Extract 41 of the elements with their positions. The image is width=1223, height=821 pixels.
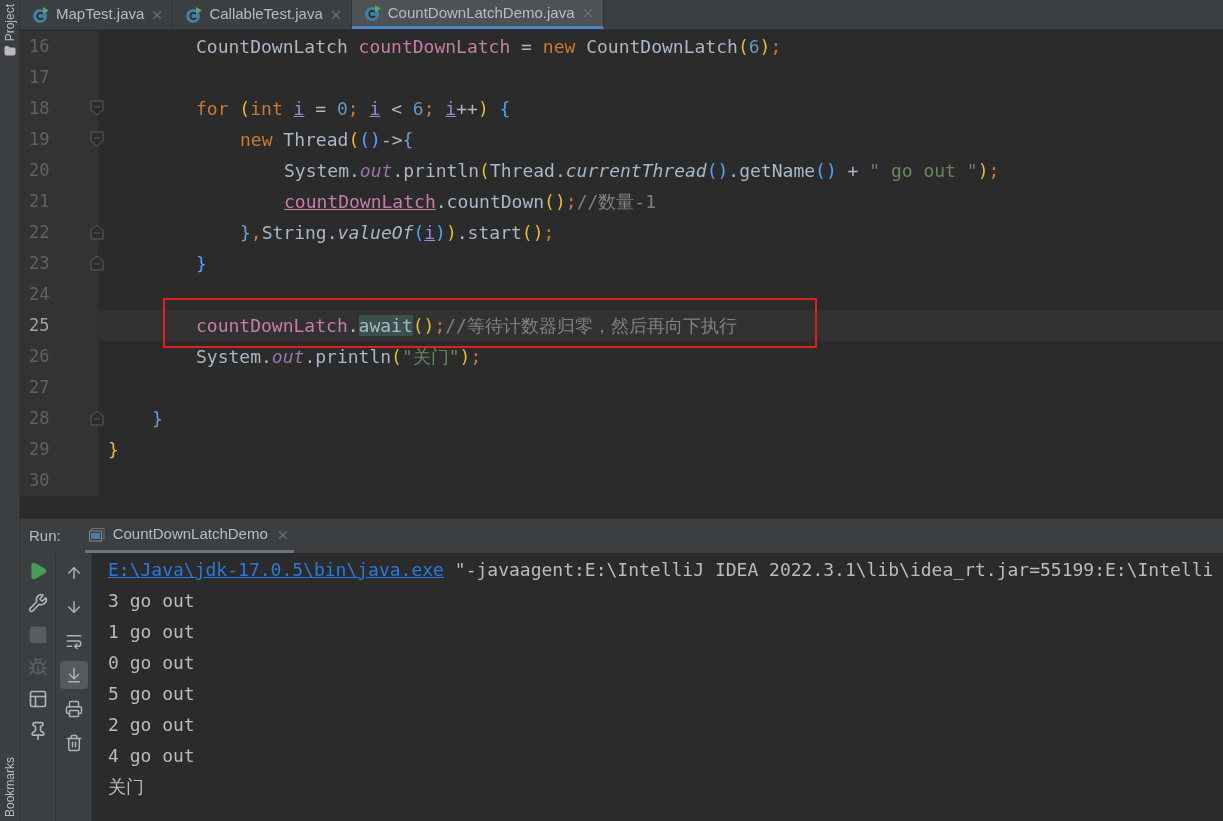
- console-text: 关门: [108, 775, 144, 799]
- project-label[interactable]: Project: [0, 4, 19, 42]
- java-class-icon: [363, 4, 382, 22]
- console-text: 2 go out: [108, 713, 195, 737]
- code-line: System.out.println("关门");: [196, 345, 482, 369]
- editor-tab[interactable]: MapTest.java: [20, 0, 174, 29]
- wrench-icon[interactable]: [27, 593, 48, 613]
- code-line: System.out.println(Thread.currentThread().getName() + " go out ");: [284, 159, 1000, 183]
- code-line: }: [108, 438, 119, 462]
- line-number: 25: [28, 313, 51, 337]
- code-line: countDownLatch.countDown();//数量-1: [284, 190, 656, 214]
- fold-marker-icon[interactable]: [90, 224, 104, 240]
- code-line: }: [196, 252, 207, 276]
- java-class-icon: [185, 5, 204, 24]
- code-line: },String.valueOf(i)).start();: [240, 221, 555, 245]
- console-text: 3 go out: [108, 589, 195, 613]
- run-tab[interactable]: CountDownLatchDemo: [84, 519, 294, 553]
- fold-marker-icon[interactable]: [90, 255, 104, 271]
- fold-marker-icon[interactable]: [90, 410, 104, 426]
- editor-tab[interactable]: CallableTest.java: [173, 0, 352, 29]
- fold-marker-icon[interactable]: [90, 100, 104, 116]
- console-text: "-javaagent:E:\IntelliJ IDEA 2022.3.1\lib\idea_rt.jar=55199:E:\Intelli: [453, 558, 1214, 582]
- scroll-to-end-icon[interactable]: [59, 661, 88, 689]
- java-class-icon: [32, 5, 50, 24]
- editor-tab[interactable]: CountDownLatchDemo.java: [351, 0, 604, 29]
- code-line: for (int i = 0; i < 6; i++) {: [196, 97, 511, 121]
- code-line: countDownLatch.await();//等待计数器归零，然后再向下执行: [196, 314, 737, 338]
- run-label: Run:: [29, 525, 61, 546]
- console-text: 5 go out: [108, 682, 195, 706]
- fold-marker-icon[interactable]: [90, 131, 104, 147]
- code-line: }: [152, 407, 163, 431]
- console-icon: [88, 527, 105, 542]
- folder-icon: [3, 45, 16, 58]
- console-text: 4 go out: [108, 744, 195, 768]
- layout-icon[interactable]: [27, 689, 48, 709]
- java-path-link[interactable]: E:\Java\jdk-17.0.5\bin\java.exe: [108, 556, 444, 583]
- code-line: new Thread(()->{: [240, 128, 414, 152]
- console-text: 1 go out: [108, 620, 195, 644]
- bookmarks-label[interactable]: Bookmarks: [0, 756, 19, 817]
- code-line: CountDownLatch countDownLatch = new CountDownLatch(6);: [196, 35, 782, 59]
- console-text: 0 go out: [108, 651, 195, 675]
